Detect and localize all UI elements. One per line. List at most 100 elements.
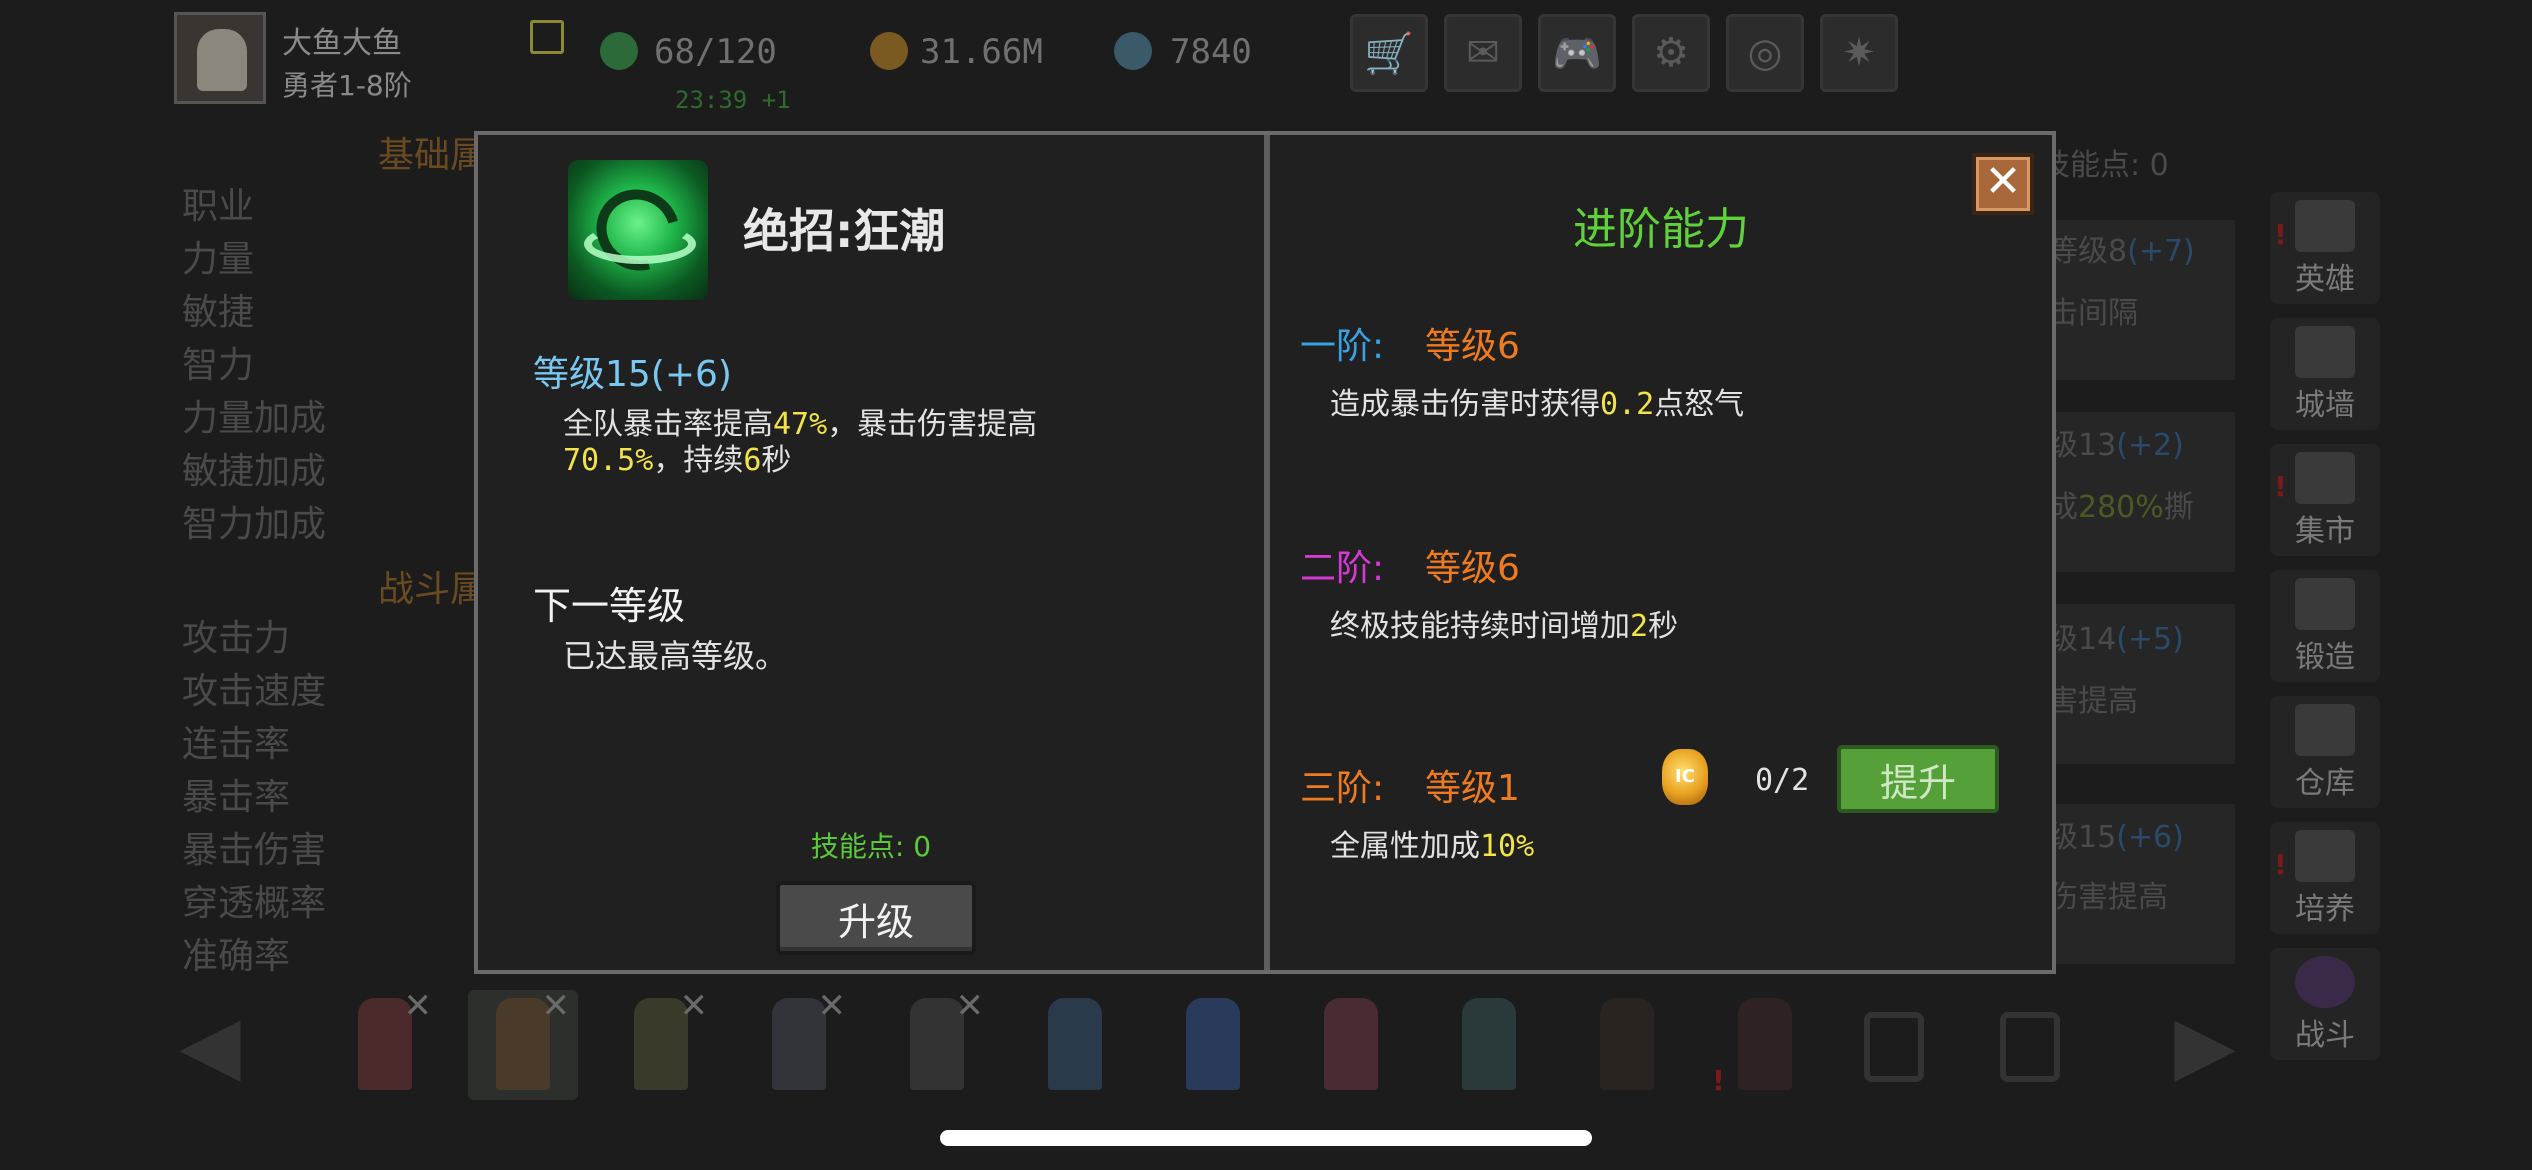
stat-label: 连击率 [182, 724, 291, 765]
stat-label: 准确率 [182, 936, 291, 977]
side-menu-forge[interactable]: 锻造 [2270, 570, 2380, 682]
locked-slot-lock-icon [1864, 1012, 1924, 1082]
skill-title: 绝招:狂潮 [743, 204, 946, 258]
energy-timer: 23:39 +1 [675, 86, 791, 114]
tier-1-desc: 造成暴击伤害时获得0.2点怒气 [1330, 387, 1745, 422]
hero-slot[interactable]: ✕ [606, 986, 716, 1100]
next-level-desc: 已达最高等级。 [563, 637, 788, 675]
battle-stat-list: 攻击力 攻击速度 连击率 暴击率 暴击伤害 穿透概率 准确率 [182, 612, 326, 983]
tier-level: 等级6 [1425, 548, 1520, 589]
upgrade-coin-icon: IC [1662, 749, 1708, 805]
skill-description: 全队暴击率提高47%，暴击伤害提高 70.5%，持续6秒 [563, 407, 1038, 478]
next-level-title: 下一等级 [533, 584, 686, 628]
gem-value: 7840 [1170, 32, 1252, 72]
stat-label: 力量 [182, 239, 255, 280]
tier-label: 三阶: [1300, 768, 1385, 809]
energy-icon [600, 32, 638, 70]
side-menu-hero[interactable]: ! 英雄 [2270, 192, 2380, 304]
skill-card-desc: 伤害提高 [2048, 880, 2168, 915]
hero-slot[interactable] [1572, 990, 1682, 1100]
shop-cart-icon[interactable]: 🛒 [1350, 14, 1428, 92]
tier-2-desc: 终极技能持续时间增加2秒 [1330, 609, 1679, 644]
stat-label: 暴击率 [182, 777, 291, 818]
locked-slot-lock-icon [2000, 1012, 2060, 1082]
gold-icon [870, 32, 908, 70]
tier-3: 三阶: 等级1 [1300, 759, 1520, 811]
top-bar: 大鱼大鱼 勇者1-8阶 68/120 23:39 +1 31.66M 7840 … [170, 8, 1930, 114]
skill-card-level: 级14(+5) [2048, 622, 2184, 657]
skill-card-desc: 害提高 [2048, 684, 2138, 719]
alert-icon: ! [2274, 218, 2287, 251]
home-indicator[interactable] [940, 1130, 1592, 1146]
edit-name-icon[interactable] [530, 20, 564, 54]
next-arrow-icon[interactable]: ▶ [2160, 1000, 2250, 1090]
upgrade-button[interactable]: 升级 [776, 881, 976, 955]
alert-icon: ! [2274, 848, 2287, 881]
gold-value: 31.66M [920, 32, 1043, 72]
skill-detail-dialog: 绝招:狂潮 等级15(+6) 全队暴击率提高47%，暴击伤害提高 70.5%，持续… [474, 131, 2056, 974]
alert-icon: ! [2274, 470, 2287, 503]
skill-card-level: 级15(+6) [2048, 820, 2184, 855]
remove-icon[interactable]: ✕ [818, 986, 847, 1026]
stat-label: 力量加成 [182, 398, 327, 439]
skill-card-level: 等级8(+7) [2048, 234, 2195, 269]
alert-icon: ! [1712, 1064, 1725, 1097]
hero-slot[interactable]: ✕ [744, 986, 854, 1100]
gamepad-icon[interactable]: 🎮 [1538, 14, 1616, 92]
player-name: 大鱼大鱼 [282, 26, 402, 61]
stat-label: 敏捷加成 [182, 451, 327, 492]
mail-icon[interactable]: ✉ [1444, 14, 1522, 92]
skill-frenzy-icon [568, 160, 708, 300]
player-rank: 勇者1-8阶 [282, 69, 412, 102]
hero-slot[interactable]: ! [1710, 990, 1820, 1100]
skill-card-desc: 成280%撕 [2048, 490, 2194, 525]
close-icon[interactable]: ✕ [1972, 153, 2034, 215]
market-stall-icon [2295, 452, 2355, 504]
remove-icon[interactable]: ✕ [956, 986, 985, 1026]
hero-roster: ✕ ✕ ✕ ✕ ✕ ! [0, 986, 2300, 1100]
player-avatar[interactable] [174, 12, 266, 104]
hero-slot[interactable]: ✕ [330, 986, 440, 1100]
bg-skill-points: 技能点: 0 [2040, 148, 2169, 183]
energy-value: 68/120 [654, 32, 777, 72]
stat-label: 智力 [182, 345, 255, 386]
fireworks-icon[interactable]: ✷ [1820, 14, 1898, 92]
battle-stats-heading: 战斗属 [378, 569, 487, 610]
skill-points-label: 技能点: 0 [810, 830, 932, 863]
side-menu-wall[interactable]: 城墙 [2270, 318, 2380, 430]
side-menu-market[interactable]: ! 集市 [2270, 444, 2380, 556]
hero-slot[interactable] [1296, 990, 1406, 1100]
stat-label: 敏捷 [182, 292, 255, 333]
tier-label: 一阶: [1300, 326, 1385, 367]
stat-label: 职业 [182, 186, 255, 227]
side-menu-storage[interactable]: 仓库 [2270, 696, 2380, 808]
skill-level: 等级15(+6) [533, 354, 732, 395]
storage-crate-icon [2295, 704, 2355, 756]
anvil-icon [2295, 578, 2355, 630]
side-menu-train[interactable]: ! 培养 [2270, 822, 2380, 934]
stat-label: 穿透概率 [182, 883, 327, 924]
tier-label: 二阶: [1300, 548, 1385, 589]
hero-slot[interactable] [1158, 990, 1268, 1100]
train-statue-icon [2295, 830, 2355, 882]
remove-icon[interactable]: ✕ [542, 986, 571, 1026]
remove-icon[interactable]: ✕ [680, 986, 709, 1026]
hero-helmet-icon [2295, 200, 2355, 252]
base-stats-heading: 基础属 [378, 135, 487, 176]
settings-gear-icon[interactable]: ⚙ [1632, 14, 1710, 92]
stat-label: 攻击力 [182, 618, 291, 659]
tier-2: 二阶: 等级6 [1300, 539, 1520, 591]
hero-slot-selected[interactable]: ✕ [468, 986, 578, 1100]
promote-button[interactable]: 提升 [1837, 745, 1999, 813]
wall-icon [2295, 326, 2355, 378]
hero-slot[interactable] [1020, 990, 1130, 1100]
hero-slot[interactable]: ✕ [882, 986, 992, 1100]
upgrade-cost: 0/2 [1755, 763, 1810, 798]
wheel-icon[interactable]: ◎ [1726, 14, 1804, 92]
stat-label: 智力加成 [182, 504, 327, 545]
advanced-title: 进阶能力 [1573, 204, 1749, 255]
base-stat-list: 职业 力量 敏捷 智力 力量加成 敏捷加成 智力加成 [182, 180, 326, 551]
skill-card-level: 级13(+2) [2048, 428, 2184, 463]
hero-slot[interactable] [1434, 990, 1544, 1100]
remove-icon[interactable]: ✕ [404, 986, 433, 1026]
